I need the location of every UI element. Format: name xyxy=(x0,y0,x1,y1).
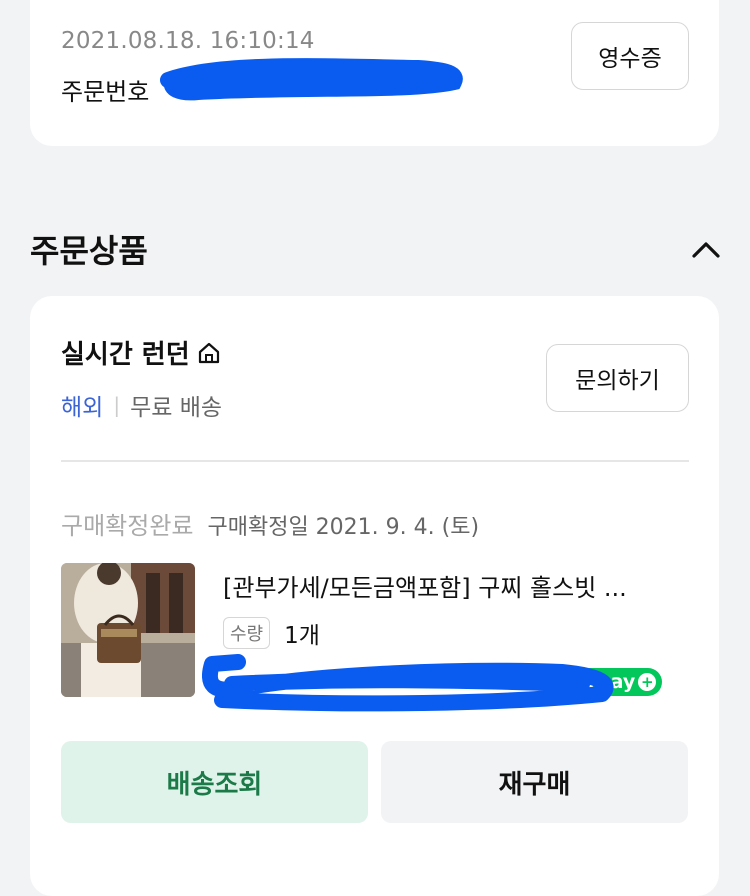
price-redaction xyxy=(202,654,614,712)
quantity-row: 수량 1개 xyxy=(223,616,320,650)
plus-icon: + xyxy=(638,673,657,691)
chevron-up-icon[interactable] xyxy=(688,234,724,264)
purchase-status-row: 구매확정완료 구매확정일 2021. 9. 4. (토) xyxy=(61,506,479,541)
purchase-status: 구매확정완료 xyxy=(61,512,194,540)
receipt-button[interactable]: 영수증 xyxy=(571,22,689,90)
section-title: 주문상품 xyxy=(30,232,148,270)
inquiry-button[interactable]: 문의하기 xyxy=(546,344,689,412)
order-product-card: 실시간 런던 해외 | 무료 배송 문의하기 구매확정완료 구매확정일 2021… xyxy=(30,296,719,896)
npay-plus-badge: N pay + xyxy=(570,668,663,696)
order-number-redaction xyxy=(160,58,463,101)
quantity-badge: 수량 xyxy=(223,617,271,649)
origin-label: 해외 xyxy=(61,395,104,421)
shop-name: 실시간 런던 xyxy=(61,340,190,370)
track-shipping-button[interactable]: 배송조회 xyxy=(61,741,368,823)
shop-meta: 해외 | 무료 배송 xyxy=(61,388,222,422)
npay-label: pay xyxy=(597,671,636,693)
rebuy-button[interactable]: 재구매 xyxy=(381,741,688,823)
confirm-date: 구매확정일 2021. 9. 4. (토) xyxy=(207,515,480,540)
order-datetime: 2021.08.18. 16:10:14 xyxy=(61,28,315,54)
quantity-value: 1개 xyxy=(284,623,320,649)
product-photo xyxy=(61,563,195,697)
product-name[interactable]: [관부가세/모든금액포함] 구찌 홀스빗 ... xyxy=(223,568,693,603)
divider xyxy=(61,460,689,462)
order-number-label: 주문번호 xyxy=(61,78,150,106)
shipping-label: 무료 배송 xyxy=(130,395,223,421)
order-info-card: 2021.08.18. 16:10:14 주문번호 영수증 xyxy=(30,0,719,146)
meta-divider: | xyxy=(113,393,121,417)
naver-n-icon: N xyxy=(576,673,594,691)
shop-header[interactable]: 실시간 런던 xyxy=(61,334,222,371)
product-thumbnail[interactable] xyxy=(61,563,195,697)
house-icon xyxy=(198,342,219,363)
